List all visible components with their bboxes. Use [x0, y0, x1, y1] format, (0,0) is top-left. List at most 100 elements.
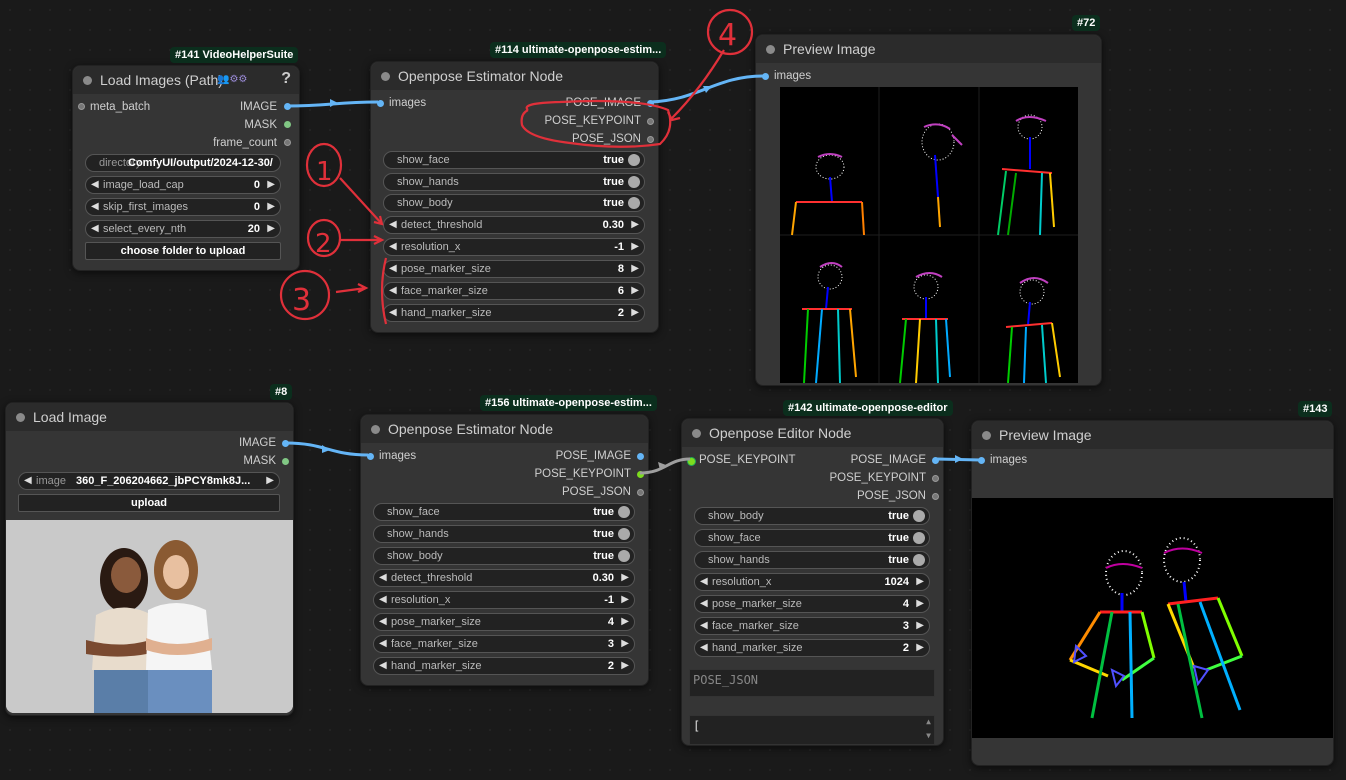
- show-face-toggle[interactable]: show_face true: [694, 529, 930, 547]
- node-title-bar[interactable]: Preview Image: [756, 35, 1101, 63]
- decrement-arrow-icon[interactable]: ◀: [389, 219, 397, 230]
- hand-marker-size-widget[interactable]: ◀ hand_marker_size 2 ▶: [694, 639, 930, 657]
- images-input-socket[interactable]: [762, 73, 769, 80]
- pose-json-output-socket[interactable]: [647, 136, 654, 143]
- hand-marker-size-widget[interactable]: ◀ hand_marker_size 2 ▶: [373, 657, 635, 675]
- toggle-knob-icon[interactable]: [628, 176, 640, 188]
- pose-json-textarea[interactable]: [ ▲ ▼: [689, 715, 935, 745]
- scroll-down-icon[interactable]: ▼: [926, 731, 931, 740]
- pose-image-output-socket[interactable]: [637, 453, 644, 460]
- node-title-bar[interactable]: Preview Image: [972, 421, 1333, 449]
- decrement-arrow-icon[interactable]: ◀: [389, 241, 397, 252]
- pose-keypoint-output-socket[interactable]: [647, 118, 654, 125]
- hand-marker-size-widget[interactable]: ◀ hand_marker_size 2 ▶: [383, 304, 645, 322]
- increment-arrow-icon[interactable]: ▶: [621, 660, 629, 671]
- decrement-arrow-icon[interactable]: ◀: [379, 594, 387, 605]
- node-title-bar[interactable]: Load Image: [6, 403, 293, 431]
- node-title-bar[interactable]: Openpose Editor Node: [682, 419, 943, 447]
- decrement-arrow-icon[interactable]: ◀: [379, 660, 387, 671]
- frame-count-output-socket[interactable]: [284, 139, 291, 146]
- resolution-x-widget[interactable]: ◀ resolution_x -1 ▶: [383, 238, 645, 256]
- pose-json-output-socket[interactable]: [637, 489, 644, 496]
- toggle-knob-icon[interactable]: [913, 510, 925, 522]
- select-every-nth-widget[interactable]: ◀ select_every_nth 20 ▶: [85, 220, 281, 238]
- upload-button[interactable]: upload: [18, 494, 280, 512]
- show-body-toggle[interactable]: show_body true: [373, 547, 635, 565]
- face-marker-size-widget[interactable]: ◀ face_marker_size 3 ▶: [694, 617, 930, 635]
- face-marker-size-widget[interactable]: ◀ face_marker_size 6 ▶: [383, 282, 645, 300]
- increment-arrow-icon[interactable]: ▶: [916, 620, 924, 631]
- decrement-arrow-icon[interactable]: ◀: [379, 638, 387, 649]
- decrement-arrow-icon[interactable]: ◀: [700, 620, 708, 631]
- decrement-arrow-icon[interactable]: ◀: [700, 598, 708, 609]
- decrement-arrow-icon[interactable]: ◀: [700, 576, 708, 587]
- pose-image-output-socket[interactable]: [647, 100, 654, 107]
- detect-threshold-widget[interactable]: ◀ detect_threshold 0.30 ▶: [383, 216, 645, 234]
- directory-widget[interactable]: directory ComfyUI/output/2024-12-30/: [85, 154, 281, 172]
- show-hands-toggle[interactable]: show_hands true: [373, 525, 635, 543]
- increment-arrow-icon[interactable]: ▶: [266, 475, 274, 486]
- collapse-dot-icon[interactable]: [83, 76, 92, 85]
- decrement-arrow-icon[interactable]: ◀: [389, 263, 397, 274]
- images-input-socket[interactable]: [367, 453, 374, 460]
- openpose-estimator-node-114[interactable]: Openpose Estimator Node images POSE_IMAG…: [370, 61, 659, 333]
- pose-marker-size-widget[interactable]: ◀ pose_marker_size 8 ▶: [383, 260, 645, 278]
- openpose-editor-node-142[interactable]: Openpose Editor Node POSE_KEYPOINT POSE_…: [681, 418, 944, 746]
- increment-arrow-icon[interactable]: ▶: [621, 638, 629, 649]
- pose-marker-size-widget[interactable]: ◀ pose_marker_size 4 ▶: [694, 595, 930, 613]
- image-select-widget[interactable]: ◀ image 360_F_206204662_jbPCY8mk8J... ▶: [18, 472, 280, 490]
- preview-image-node-143[interactable]: Preview Image images: [971, 420, 1334, 766]
- increment-arrow-icon[interactable]: ▶: [916, 642, 924, 653]
- decrement-arrow-icon[interactable]: ◀: [91, 201, 99, 212]
- increment-arrow-icon[interactable]: ▶: [267, 201, 275, 212]
- face-marker-size-widget[interactable]: ◀ face_marker_size 3 ▶: [373, 635, 635, 653]
- load-image-node-8[interactable]: Load Image IMAGE MASK ◀ image 360_F_2062…: [5, 402, 294, 716]
- pose-keypoint-input-socket[interactable]: [687, 457, 696, 466]
- decrement-arrow-icon[interactable]: ◀: [91, 223, 99, 234]
- increment-arrow-icon[interactable]: ▶: [631, 263, 639, 274]
- pose-keypoint-output-socket[interactable]: [637, 471, 644, 478]
- show-hands-toggle[interactable]: show_hands true: [694, 551, 930, 569]
- preview-image-node-72[interactable]: Preview Image images: [755, 34, 1102, 386]
- image-output-socket[interactable]: [282, 440, 289, 447]
- decrement-arrow-icon[interactable]: ◀: [700, 642, 708, 653]
- increment-arrow-icon[interactable]: ▶: [621, 594, 629, 605]
- image-load-cap-widget[interactable]: ◀ image_load_cap 0 ▶: [85, 176, 281, 194]
- increment-arrow-icon[interactable]: ▶: [621, 572, 629, 583]
- increment-arrow-icon[interactable]: ▶: [916, 598, 924, 609]
- pose-marker-size-widget[interactable]: ◀ pose_marker_size 4 ▶: [373, 613, 635, 631]
- show-face-toggle[interactable]: show_face true: [383, 151, 645, 169]
- show-body-toggle[interactable]: show_body true: [694, 507, 930, 525]
- increment-arrow-icon[interactable]: ▶: [631, 219, 639, 230]
- collapse-dot-icon[interactable]: [766, 45, 775, 54]
- decrement-arrow-icon[interactable]: ◀: [389, 285, 397, 296]
- load-images-path-node[interactable]: Load Images (Path) 👥⚙⚙ ? meta_batch IMAG…: [72, 65, 300, 271]
- toggle-knob-icon[interactable]: [618, 506, 630, 518]
- show-body-toggle[interactable]: show_body true: [383, 194, 645, 212]
- skip-first-images-widget[interactable]: ◀ skip_first_images 0 ▶: [85, 198, 281, 216]
- toggle-knob-icon[interactable]: [628, 197, 640, 209]
- toggle-knob-icon[interactable]: [913, 554, 925, 566]
- pose-json-placeholder-box[interactable]: POSE_JSON: [689, 669, 935, 697]
- meta-batch-input-socket[interactable]: [78, 103, 85, 110]
- pose-keypoint-output-socket[interactable]: [932, 475, 939, 482]
- increment-arrow-icon[interactable]: ▶: [621, 616, 629, 627]
- detect-threshold-widget[interactable]: ◀ detect_threshold 0.30 ▶: [373, 569, 635, 587]
- node-title-bar[interactable]: Openpose Estimator Node: [361, 415, 648, 443]
- show-hands-toggle[interactable]: show_hands true: [383, 173, 645, 191]
- increment-arrow-icon[interactable]: ▶: [267, 179, 275, 190]
- images-input-socket[interactable]: [377, 100, 384, 107]
- collapse-dot-icon[interactable]: [692, 429, 701, 438]
- toggle-knob-icon[interactable]: [628, 154, 640, 166]
- openpose-estimator-node-156[interactable]: Openpose Estimator Node images POSE_IMAG…: [360, 414, 649, 686]
- toggle-knob-icon[interactable]: [618, 528, 630, 540]
- toggle-knob-icon[interactable]: [913, 532, 925, 544]
- resolution-x-widget[interactable]: ◀ resolution_x -1 ▶: [373, 591, 635, 609]
- pose-image-output-socket[interactable]: [932, 457, 939, 464]
- decrement-arrow-icon[interactable]: ◀: [389, 307, 397, 318]
- collapse-dot-icon[interactable]: [381, 72, 390, 81]
- node-title-bar[interactable]: Load Images (Path) 👥⚙⚙ ?: [73, 66, 299, 94]
- node-title-bar[interactable]: Openpose Estimator Node: [371, 62, 658, 90]
- choose-folder-button[interactable]: choose folder to upload: [85, 242, 281, 260]
- images-input-socket[interactable]: [978, 457, 985, 464]
